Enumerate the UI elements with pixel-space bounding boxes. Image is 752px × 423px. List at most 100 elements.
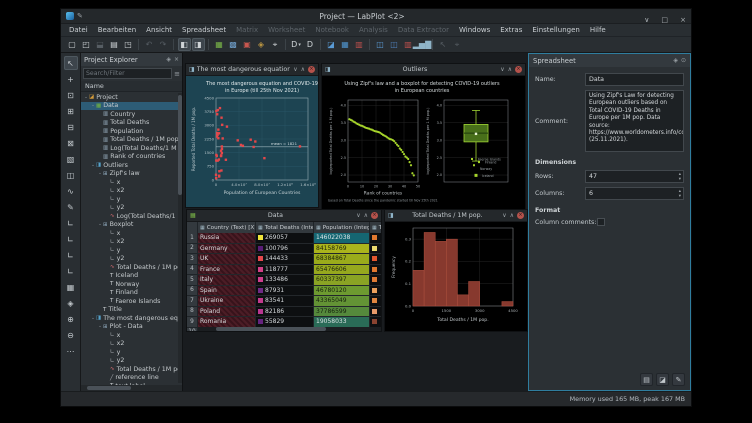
tree-item-x2[interactable]: ∟x2 [81,187,182,196]
menu-ansicht[interactable]: Ansicht [141,26,177,34]
toggle-project-explorer-button[interactable]: ◧ [178,38,191,51]
zoom-y-tool-button[interactable]: ⊟ [64,120,78,134]
equation-window-titlebar[interactable]: ◨ The most dangerous equation ∨ ∧ × [186,64,318,76]
tree-item-total-deaths-1m-pop[interactable]: ∿Total Deaths / 1M pop. [81,263,182,272]
close-icon[interactable]: × [517,212,524,219]
menu-hilfe[interactable]: Hilfe [585,26,611,34]
new-folder-button[interactable]: ◪ [325,38,338,51]
export-button[interactable]: ◳ [122,38,135,51]
redo-button[interactable]: ↷ [157,38,170,51]
cell-total-deaths[interactable]: 118777 [256,265,314,276]
open-project-button[interactable]: ◰ [80,38,93,51]
equation-chart[interactable]: 04.0×10⁷8.0×10⁷1.2×10⁸1.6×10⁸07501500225… [186,76,318,207]
close-icon[interactable]: × [308,66,315,73]
new-project-button[interactable]: ▢ [66,38,79,51]
column-header-country-text-x[interactable]: ▦Country (Text) [X] [198,222,256,233]
tree-item-total-deaths[interactable]: ▥Total Deaths [81,119,182,128]
auto-scale-x-tool-button[interactable]: ▧ [64,152,78,166]
rows-stepper[interactable]: 47 ▴▾ [585,170,684,183]
close-icon[interactable]: × [371,212,378,219]
tree-item-faeroe-islands[interactable]: TFaeroe Islands [81,297,182,306]
horizontal-scrollbar[interactable] [198,327,381,331]
tree-item-population[interactable]: ▥Population [81,127,182,136]
row-number[interactable]: 1 [187,233,198,244]
cell-country[interactable]: Spain [198,286,256,297]
tree-item-log-total-deaths-1-m-pop[interactable]: ∿Log(Total Deaths/1 M pop.) [81,212,182,221]
restore-icon[interactable]: ∨ [502,212,506,219]
menu-spreadsheet[interactable]: Spreadsheet [177,26,231,34]
maximize-icon[interactable]: ∧ [301,66,305,73]
tree-item-reference-line[interactable]: ╱reference line [81,374,182,383]
new-note-button[interactable]: ◫ [374,38,387,51]
tree-item-x[interactable]: ∟x [81,178,182,187]
toggle-properties-explorer-button[interactable]: ◨ [192,38,205,51]
row-number[interactable]: 10 [187,328,198,332]
import-data-button[interactable]: D▾ [290,38,303,51]
name-column-header[interactable]: Name [81,81,182,92]
titlebar[interactable]: ✎ Project — LabPlot <2> ∨ □ × [61,9,691,24]
cell-country[interactable]: Poland [198,307,256,318]
gear-icon[interactable]: ⊙ [681,57,686,64]
select-tool-button[interactable]: ↖ [64,56,78,70]
close-button[interactable]: × [680,16,686,24]
tree-item-y2[interactable]: ∟y2 [81,357,182,366]
cell-deaths-per-1m[interactable] [370,233,381,244]
cell-total-deaths[interactable]: 83541 [256,296,314,307]
new-matrix-button[interactable]: ▩ [227,38,240,51]
cell-population[interactable]: 60337397 [314,275,370,286]
tree-item-y[interactable]: ∟y [81,195,182,204]
auto-scale-y-tool-button[interactable]: ◫ [64,168,78,182]
histogram-worksheet[interactable]: 0.00.10.20.30150030004500Total Deaths / … [385,222,527,331]
maximize-button[interactable]: □ [661,16,668,24]
statistics-button[interactable]: ▂▅▇ [416,38,429,51]
tree-item-rank-of-countries[interactable]: ▥Rank of countries [81,153,182,162]
menu-matrix[interactable]: Matrix [231,26,263,34]
new-live-data-button[interactable]: ▥ [353,38,366,51]
export-button[interactable]: ▤ [640,373,653,386]
tree-item-finland[interactable]: TFinland [81,289,182,298]
crosshair-tool-button[interactable]: + [64,72,78,86]
cell-country[interactable]: Romania [198,317,256,328]
column-header-total-deaths-integer-y[interactable]: ▦Total Deaths (Integer) [Y] [256,222,314,233]
float-icon[interactable]: ◈ [673,57,678,64]
maximize-icon[interactable]: ∧ [364,212,368,219]
row-number[interactable]: 7 [187,296,198,307]
tree-item-norway[interactable]: TNorway [81,280,182,289]
menu-notebook[interactable]: Notebook [310,26,354,34]
cell-population[interactable]: 43365049 [314,296,370,307]
restore-icon[interactable]: ∨ [356,212,360,219]
cell-population[interactable]: 65476606 [314,265,370,276]
name-field[interactable]: Data [585,73,684,86]
tree-item-plot-data[interactable]: ⌄⊞Plot - Data [81,323,182,332]
restore-icon[interactable]: ∨ [500,66,504,73]
new-datapicker-button[interactable]: ⌖ [269,38,282,51]
outliers-chart[interactable]: Using Zipf's law and a boxplot for detec… [322,76,523,209]
outliers-worksheet[interactable]: Using Zipf's law and a boxplot for detec… [322,76,525,209]
axis-bottom-tool-button[interactable]: ∟ [64,232,78,246]
menu-analysis[interactable]: Analysis [354,26,393,34]
cursor-tool-button[interactable]: ↖ [437,38,450,51]
cell-total-deaths[interactable]: 144433 [256,254,314,265]
new-database-button[interactable]: ▥ [402,38,415,51]
import-button[interactable]: ◪ [656,373,669,386]
save-project-button[interactable]: ⬓ [94,38,107,51]
print-button[interactable]: ▤ [108,38,121,51]
tree-item-x2[interactable]: ∟x2 [81,238,182,247]
tree-item-title[interactable]: TTitle [81,306,182,315]
zoom-select-tool-button[interactable]: ⊡ [64,88,78,102]
float-icon[interactable]: ◈ [166,56,171,63]
tree-item-x2[interactable]: ∟x2 [81,340,182,349]
column-comments-checkbox[interactable] [597,218,605,226]
menu-extras[interactable]: Extras [495,26,527,34]
maximize-icon[interactable]: ∧ [510,212,514,219]
columns-stepper[interactable]: 6 ▴▾ [585,187,684,200]
zoom-out-tool-button[interactable]: ⊖ [64,328,78,342]
corner-cell[interactable] [187,222,198,233]
tree-item-y2[interactable]: ∟y2 [81,255,182,264]
tree-item-project[interactable]: ⌄◪Project [81,93,182,102]
restore-icon[interactable]: ∨ [293,66,297,73]
search-input[interactable] [83,68,172,79]
tree-item-data[interactable]: ⌄▦Data [81,102,182,111]
close-icon[interactable]: × [515,66,522,73]
edit-button[interactable]: ✎ [672,373,685,386]
